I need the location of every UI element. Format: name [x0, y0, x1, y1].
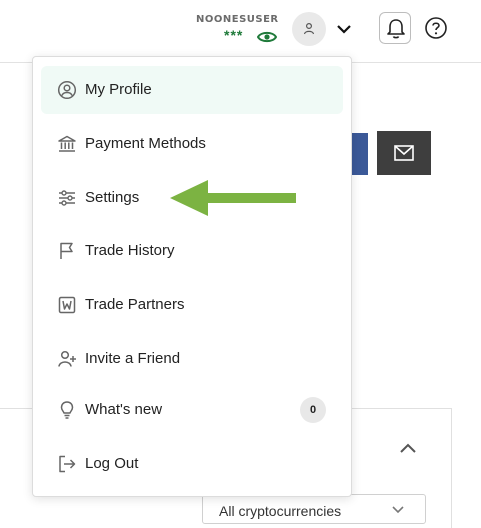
bell-icon: [387, 19, 405, 39]
menu-item-my-profile[interactable]: My Profile: [41, 66, 343, 114]
menu-item-label: Settings: [85, 189, 140, 206]
menu-item-payment-methods[interactable]: Payment Methods: [41, 120, 343, 168]
logout-icon: [59, 455, 76, 473]
chevron-down-icon[interactable]: [335, 20, 353, 38]
chevron-up-icon[interactable]: [398, 441, 418, 455]
annotation-arrow-icon: [170, 180, 296, 216]
notifications-button[interactable]: [379, 12, 411, 44]
menu-item-invite-a-friend[interactable]: Invite a Friend: [41, 335, 343, 383]
user-circle-icon: [57, 80, 77, 100]
menu-item-whats-new[interactable]: What's new 0: [41, 386, 343, 434]
eye-icon[interactable]: [256, 30, 278, 44]
menu-item-label: Log Out: [85, 455, 139, 472]
bank-icon: [58, 135, 76, 152]
cryptocurrency-select[interactable]: All cryptocurrencies: [202, 494, 426, 524]
mail-icon: [394, 145, 414, 161]
user-dropdown-menu: My Profile Payment Methods Settings Trad…: [32, 56, 352, 497]
whats-new-count-badge: 0: [300, 397, 326, 423]
sliders-icon: [59, 190, 75, 206]
partners-icon: [58, 296, 76, 314]
menu-item-label: Invite a Friend: [85, 350, 181, 367]
menu-item-log-out[interactable]: Log Out: [41, 440, 343, 488]
cryptocurrency-select-value: All cryptocurrencies: [219, 503, 342, 519]
menu-item-label: Trade History: [85, 242, 175, 259]
menu-item-trade-history[interactable]: Trade History: [41, 227, 343, 275]
username: NOONESUSER: [196, 14, 279, 25]
lightbulb-icon: [60, 401, 74, 419]
balance-masked: ***: [224, 27, 244, 43]
menu-item-label: Payment Methods: [85, 135, 206, 152]
menu-item-label: What's new: [85, 401, 163, 418]
avatar[interactable]: [292, 12, 326, 46]
user-icon: [303, 22, 315, 35]
menu-item-label: Trade Partners: [85, 296, 185, 313]
email-share-button[interactable]: [377, 131, 431, 175]
select-chevron-icon: [392, 506, 404, 514]
flag-icon: [60, 242, 73, 259]
menu-item-trade-partners[interactable]: Trade Partners: [41, 281, 343, 329]
help-icon[interactable]: [424, 16, 448, 40]
add-user-icon: [58, 350, 76, 367]
top-header: NOONESUSER ***: [0, 0, 481, 63]
menu-item-label: My Profile: [85, 81, 152, 98]
